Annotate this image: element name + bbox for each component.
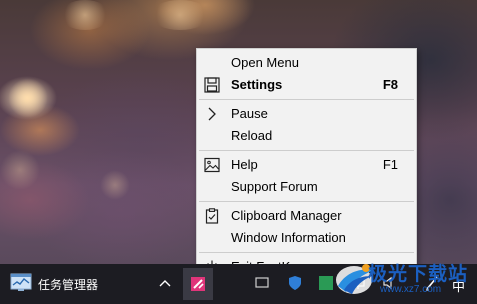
menu-item-settings[interactable]: Settings F8 [197,74,416,96]
menu-separator [199,150,414,151]
menu-item-pause[interactable]: Pause [197,103,416,125]
menu-separator [199,201,414,202]
menu-item-label: Window Information [231,230,346,245]
menu-item-label: Pause [231,106,268,121]
shortcut-label: F8 [382,77,398,92]
task-manager-label: 任务管理器 [38,278,99,292]
monitor-tray-icon[interactable] [255,276,269,295]
task-manager-icon [10,273,32,298]
fastkeys-tray-icon[interactable] [183,268,213,300]
menu-item-label: Help [231,157,258,172]
shortcut-label: F1 [382,157,398,172]
menu-item-label: Support Forum [231,179,318,194]
task-manager-taskbar-button[interactable]: 任务管理器 [0,264,110,304]
menu-item-label: Clipboard Manager [231,208,342,223]
fastkeys-context-menu: Open Menu Settings F8 Pause Reload Help … [196,48,417,280]
menu-item-window-information[interactable]: Window Information [197,227,416,249]
menu-item-reload[interactable]: Reload [197,125,416,147]
menu-item-label: Settings [231,77,283,92]
watermark-text: 极光下载站 [368,264,469,285]
image-icon [203,156,221,174]
menu-item-help[interactable]: Help F1 [197,154,416,176]
watermark-url: www.xz7.com [380,284,442,295]
menu-item-label: Reload [231,128,273,143]
chevron-right-icon [203,105,221,123]
menu-item-open-menu[interactable]: Open Menu [197,52,416,74]
menu-item-support-forum[interactable]: Support Forum [197,176,416,198]
show-hidden-icons-chevron-icon[interactable] [158,276,172,295]
shield-tray-icon[interactable] [288,275,302,296]
menu-item-clipboard-manager[interactable]: Clipboard Manager [197,205,416,227]
menu-item-label: Open Menu [231,55,299,70]
menu-separator [199,99,414,100]
save-disk-icon [203,76,221,94]
clipboard-icon [203,207,221,225]
